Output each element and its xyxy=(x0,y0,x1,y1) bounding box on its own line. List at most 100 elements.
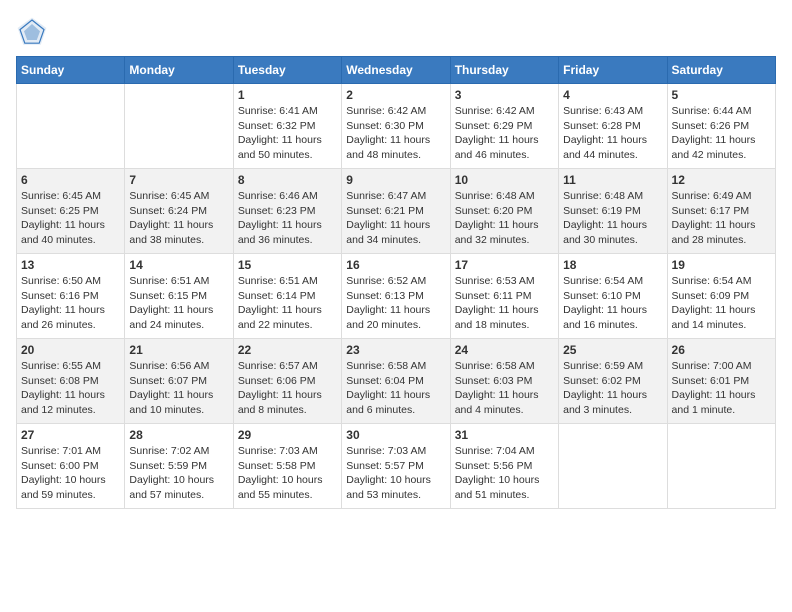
day-number: 1 xyxy=(238,88,337,102)
day-number: 21 xyxy=(129,343,228,357)
day-number: 26 xyxy=(672,343,771,357)
day-number: 18 xyxy=(563,258,662,272)
day-info: Sunrise: 6:43 AMSunset: 6:28 PMDaylight:… xyxy=(563,104,662,163)
day-info: Sunrise: 6:49 AMSunset: 6:17 PMDaylight:… xyxy=(672,189,771,248)
day-number: 25 xyxy=(563,343,662,357)
day-number: 7 xyxy=(129,173,228,187)
day-number: 15 xyxy=(238,258,337,272)
calendar-cell: 15 Sunrise: 6:51 AMSunset: 6:14 PMDayligh… xyxy=(233,254,341,339)
week-row-2: 6Sunrise: 6:45 AMSunset: 6:25 PMDaylight… xyxy=(17,169,776,254)
week-row-1: 1 Sunrise: 6:41 AMSunset: 6:32 PMDaylight… xyxy=(17,84,776,169)
calendar-cell xyxy=(125,84,233,169)
day-number: 11 xyxy=(563,173,662,187)
calendar-cell: 4 Sunrise: 6:43 AMSunset: 6:28 PMDaylight… xyxy=(559,84,667,169)
calendar-cell: 22 Sunrise: 6:57 AMSunset: 6:06 PMDayligh… xyxy=(233,339,341,424)
day-info: Sunrise: 6:45 AMSunset: 6:24 PMDaylight:… xyxy=(129,189,228,248)
day-number: 30 xyxy=(346,428,445,442)
day-info: Sunrise: 6:44 AMSunset: 6:26 PMDaylight:… xyxy=(672,104,771,163)
calendar-cell: 8Sunrise: 6:46 AMSunset: 6:23 PMDaylight… xyxy=(233,169,341,254)
day-number: 28 xyxy=(129,428,228,442)
day-number: 19 xyxy=(672,258,771,272)
day-number: 13 xyxy=(21,258,120,272)
day-number: 23 xyxy=(346,343,445,357)
calendar-cell: 2 Sunrise: 6:42 AMSunset: 6:30 PMDaylight… xyxy=(342,84,450,169)
day-number: 5 xyxy=(672,88,771,102)
calendar-cell: 16 Sunrise: 6:52 AMSunset: 6:13 PMDayligh… xyxy=(342,254,450,339)
calendar-cell: 9 Sunrise: 6:47 AMSunset: 6:21 PMDaylight… xyxy=(342,169,450,254)
day-info: Sunrise: 6:51 AMSunset: 6:14 PMDaylight:… xyxy=(238,274,337,333)
day-info: Sunrise: 7:03 AMSunset: 5:57 PMDaylight:… xyxy=(346,444,445,503)
day-number: 2 xyxy=(346,88,445,102)
day-info: Sunrise: 6:41 AMSunset: 6:32 PMDaylight:… xyxy=(238,104,337,163)
day-info: Sunrise: 6:47 AMSunset: 6:21 PMDaylight:… xyxy=(346,189,445,248)
day-info: Sunrise: 7:03 AMSunset: 5:58 PMDaylight:… xyxy=(238,444,337,503)
day-info: Sunrise: 6:46 AMSunset: 6:23 PMDaylight:… xyxy=(238,189,337,248)
day-number: 24 xyxy=(455,343,554,357)
calendar-cell: 1 Sunrise: 6:41 AMSunset: 6:32 PMDaylight… xyxy=(233,84,341,169)
day-info: Sunrise: 6:57 AMSunset: 6:06 PMDaylight:… xyxy=(238,359,337,418)
day-number: 16 xyxy=(346,258,445,272)
day-number: 29 xyxy=(238,428,337,442)
day-info: Sunrise: 6:59 AMSunset: 6:02 PMDaylight:… xyxy=(563,359,662,418)
day-header-saturday: Saturday xyxy=(667,57,775,84)
calendar-cell: 7 Sunrise: 6:45 AMSunset: 6:24 PMDaylight… xyxy=(125,169,233,254)
day-info: Sunrise: 6:48 AMSunset: 6:19 PMDaylight:… xyxy=(563,189,662,248)
calendar-cell: 18 Sunrise: 6:54 AMSunset: 6:10 PMDayligh… xyxy=(559,254,667,339)
calendar-cell: 11 Sunrise: 6:48 AMSunset: 6:19 PMDayligh… xyxy=(559,169,667,254)
day-number: 14 xyxy=(129,258,228,272)
calendar-cell: 27 Sunrise: 7:01 AMSunset: 6:00 PMDayligh… xyxy=(17,424,125,509)
calendar-cell: 30 Sunrise: 7:03 AMSunset: 5:57 PMDayligh… xyxy=(342,424,450,509)
day-info: Sunrise: 6:52 AMSunset: 6:13 PMDaylight:… xyxy=(346,274,445,333)
day-number: 12 xyxy=(672,173,771,187)
header xyxy=(16,16,776,48)
calendar-cell: 21 Sunrise: 6:56 AMSunset: 6:07 PMDayligh… xyxy=(125,339,233,424)
calendar-cell: 29 Sunrise: 7:03 AMSunset: 5:58 PMDayligh… xyxy=(233,424,341,509)
day-header-wednesday: Wednesday xyxy=(342,57,450,84)
logo xyxy=(16,16,52,48)
day-number: 4 xyxy=(563,88,662,102)
day-info: Sunrise: 6:58 AMSunset: 6:04 PMDaylight:… xyxy=(346,359,445,418)
day-info: Sunrise: 6:56 AMSunset: 6:07 PMDaylight:… xyxy=(129,359,228,418)
calendar-cell: 5 Sunrise: 6:44 AMSunset: 6:26 PMDaylight… xyxy=(667,84,775,169)
day-header-monday: Monday xyxy=(125,57,233,84)
day-info: Sunrise: 6:50 AMSunset: 6:16 PMDaylight:… xyxy=(21,274,120,333)
day-header-friday: Friday xyxy=(559,57,667,84)
day-info: Sunrise: 6:58 AMSunset: 6:03 PMDaylight:… xyxy=(455,359,554,418)
day-number: 27 xyxy=(21,428,120,442)
day-info: Sunrise: 6:48 AMSunset: 6:20 PMDaylight:… xyxy=(455,189,554,248)
day-info: Sunrise: 7:01 AMSunset: 6:00 PMDaylight:… xyxy=(21,444,120,503)
day-info: Sunrise: 7:04 AMSunset: 5:56 PMDaylight:… xyxy=(455,444,554,503)
day-header-thursday: Thursday xyxy=(450,57,558,84)
calendar-cell: 17 Sunrise: 6:53 AMSunset: 6:11 PMDayligh… xyxy=(450,254,558,339)
day-info: Sunrise: 6:42 AMSunset: 6:30 PMDaylight:… xyxy=(346,104,445,163)
day-info: Sunrise: 6:54 AMSunset: 6:09 PMDaylight:… xyxy=(672,274,771,333)
calendar-cell xyxy=(559,424,667,509)
day-info: Sunrise: 6:51 AMSunset: 6:15 PMDaylight:… xyxy=(129,274,228,333)
calendar-cell: 6Sunrise: 6:45 AMSunset: 6:25 PMDaylight… xyxy=(17,169,125,254)
day-number: 20 xyxy=(21,343,120,357)
day-info: Sunrise: 6:54 AMSunset: 6:10 PMDaylight:… xyxy=(563,274,662,333)
week-row-3: 13 Sunrise: 6:50 AMSunset: 6:16 PMDayligh… xyxy=(17,254,776,339)
day-number: 22 xyxy=(238,343,337,357)
calendar-cell: 10 Sunrise: 6:48 AMSunset: 6:20 PMDayligh… xyxy=(450,169,558,254)
calendar-cell: 14 Sunrise: 6:51 AMSunset: 6:15 PMDayligh… xyxy=(125,254,233,339)
day-number: 17 xyxy=(455,258,554,272)
calendar-cell: 24 Sunrise: 6:58 AMSunset: 6:03 PMDayligh… xyxy=(450,339,558,424)
day-info: Sunrise: 7:00 AMSunset: 6:01 PMDaylight:… xyxy=(672,359,771,418)
day-number: 6 xyxy=(21,173,120,187)
day-header-sunday: Sunday xyxy=(17,57,125,84)
day-info: Sunrise: 7:02 AMSunset: 5:59 PMDaylight:… xyxy=(129,444,228,503)
calendar-cell xyxy=(667,424,775,509)
day-number: 3 xyxy=(455,88,554,102)
day-number: 10 xyxy=(455,173,554,187)
header-row: SundayMondayTuesdayWednesdayThursdayFrid… xyxy=(17,57,776,84)
calendar-cell: 28 Sunrise: 7:02 AMSunset: 5:59 PMDayligh… xyxy=(125,424,233,509)
calendar-cell: 3Sunrise: 6:42 AMSunset: 6:29 PMDaylight… xyxy=(450,84,558,169)
day-header-tuesday: Tuesday xyxy=(233,57,341,84)
day-number: 31 xyxy=(455,428,554,442)
calendar-cell xyxy=(17,84,125,169)
day-info: Sunrise: 6:53 AMSunset: 6:11 PMDaylight:… xyxy=(455,274,554,333)
day-number: 9 xyxy=(346,173,445,187)
calendar-cell: 20Sunrise: 6:55 AMSunset: 6:08 PMDayligh… xyxy=(17,339,125,424)
calendar-table: SundayMondayTuesdayWednesdayThursdayFrid… xyxy=(16,56,776,509)
